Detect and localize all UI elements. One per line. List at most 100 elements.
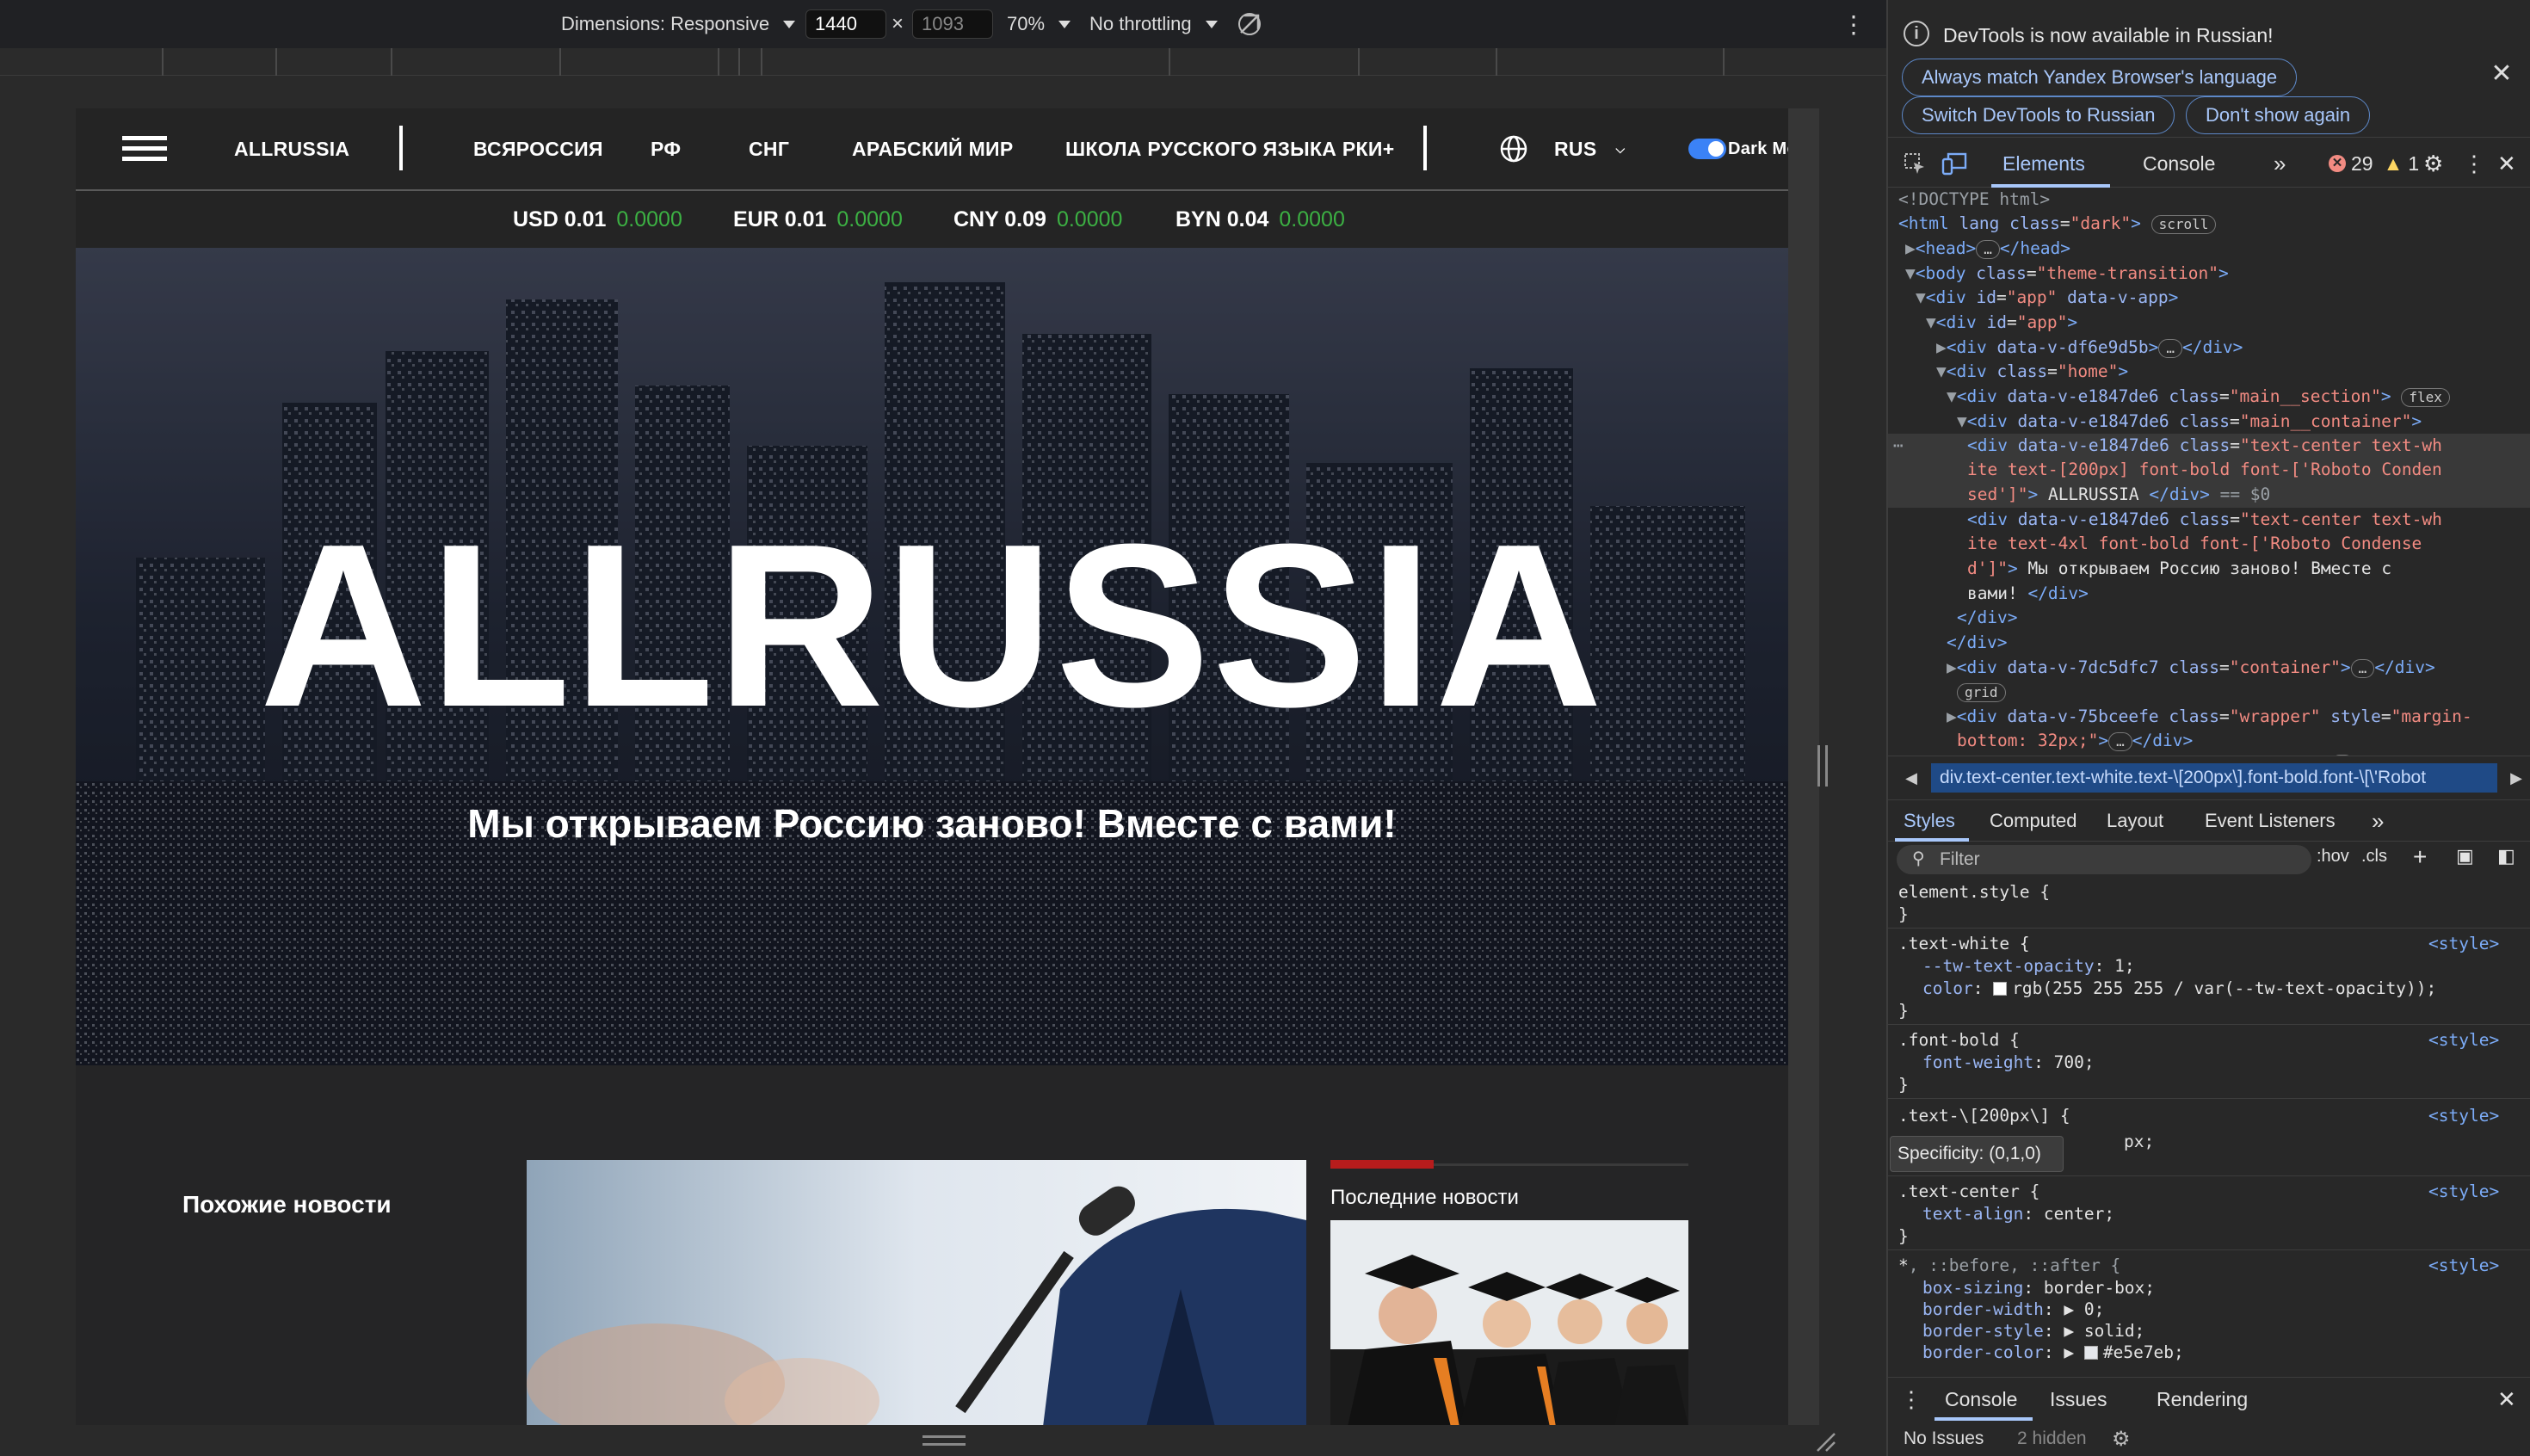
- inspect-element-icon[interactable]: [1900, 139, 1929, 188]
- resize-corner-icon[interactable]: [1814, 1430, 1836, 1453]
- nav-link-russian-school[interactable]: ШКОЛА РУССКОГО ЯЗЫКА РКИ+: [1065, 108, 1394, 189]
- decl-tw-opacity[interactable]: --tw-text-opacity: 1;: [1922, 955, 2135, 978]
- devtools-menu-icon[interactable]: ⋮: [2463, 139, 2485, 188]
- chevron-down-icon: [1205, 20, 1218, 28]
- close-devtools-icon[interactable]: ✕: [2497, 139, 2516, 188]
- brand-link[interactable]: ALLRUSSIA: [234, 108, 349, 189]
- tab-event-listeners[interactable]: Event Listeners: [2205, 800, 2336, 842]
- tab-computed[interactable]: Computed: [1990, 800, 2077, 842]
- dom-node-wrapper-l2: bottom: 32px;">… </div>: [1957, 731, 2194, 751]
- dom-node-container[interactable]: ▶<div data-v-7dc5dfc7 class="container">…: [1947, 656, 2435, 681]
- selector-star: *: [1898, 1255, 1909, 1275]
- dom-node-div-collapsed[interactable]: ▶<div data-v-df6e9d5b>… </div>: [1936, 336, 2243, 361]
- prop-name: text-align: [1922, 1204, 2024, 1224]
- paint-brush-icon[interactable]: ▣: [2456, 845, 2474, 867]
- rule-source[interactable]: <style>: [2428, 1255, 2499, 1277]
- nav-link-arab-world[interactable]: АРАБСКИЙ МИР: [852, 108, 1014, 189]
- error-count[interactable]: ✕ 29 ▲ 1: [2329, 139, 2419, 188]
- toggle-sidebar-icon[interactable]: ◧: [2497, 845, 2515, 867]
- dom-node-main-section[interactable]: ▼<div data-v-e1847de6 class="main__secti…: [1947, 385, 2450, 410]
- page-scrollbar[interactable]: [1788, 108, 1819, 1425]
- device-viewport-area: Dimensions: Responsive 1440 × 1093 70% N…: [0, 0, 1886, 1456]
- dom-node-html[interactable]: <html lang class="dark"> scroll: [1898, 212, 2217, 237]
- tab-elements[interactable]: Elements: [2002, 139, 2085, 188]
- chevron-down-icon: [783, 20, 796, 28]
- rule-source[interactable]: <style>: [2428, 1105, 2499, 1127]
- drawer-tab-console[interactable]: Console: [1945, 1378, 2017, 1421]
- rotate-icon[interactable]: [1236, 0, 1263, 48]
- hov-toggle[interactable]: :hov: [2317, 847, 2349, 867]
- zoom-dropdown[interactable]: 70%: [1007, 0, 1071, 48]
- chevron-left-icon[interactable]: ◀: [1898, 763, 1924, 793]
- decl-text-align[interactable]: text-align: center;: [1922, 1203, 2114, 1225]
- dont-show-again-button[interactable]: Don't show again: [2186, 96, 2371, 134]
- tab-layout[interactable]: Layout: [2107, 800, 2163, 842]
- nav-link-vsyarossiya[interactable]: ВСЯРОССИЯ: [473, 108, 603, 189]
- currency-byn: BYN 0.04 0.0000: [1176, 191, 1345, 248]
- dom-node-div-app[interactable]: ▼<div id="app" data-v-app>: [1916, 286, 2178, 311]
- dom-node-subtitle-l1[interactable]: <div data-v-e1847de6 class="text-center …: [1967, 508, 2442, 533]
- issues-settings-gear-icon[interactable]: ⚙: [2112, 1422, 2131, 1455]
- prop-name: border-style: [1922, 1321, 2044, 1341]
- language-select[interactable]: RUS ⌵: [1554, 108, 1625, 189]
- dom-node-subtitle-l3: d']"> Мы открываем Россию заново! Вместе…: [1967, 558, 2392, 578]
- dom-node-body[interactable]: ▼<body class="theme-transition">: [1905, 262, 2229, 287]
- styles-pane-tabs: Styles Computed Layout Event Listeners »: [1888, 800, 2530, 842]
- decl-box-sizing[interactable]: box-sizing: border-box;: [1922, 1277, 2155, 1299]
- resize-handle-right[interactable]: [1817, 745, 1828, 787]
- dom-node-selected-l3: sed']"> ALLRUSSIA </div> == $0: [1967, 484, 2271, 504]
- switch-language-button[interactable]: Switch DevTools to Russian: [1902, 96, 2175, 134]
- drawer-menu-icon[interactable]: ⋮: [1900, 1378, 1922, 1421]
- settings-gear-icon[interactable]: ⚙: [2423, 139, 2443, 188]
- decl-border-color[interactable]: border-color: ▶ #e5e7eb;: [1922, 1342, 2184, 1364]
- grid-badge[interactable]: grid: [1957, 682, 2006, 702]
- language-label: RUS: [1554, 137, 1597, 160]
- globe-icon[interactable]: [1499, 108, 1528, 189]
- nav-link-rf[interactable]: РФ: [651, 108, 681, 189]
- match-language-button[interactable]: Always match Yandex Browser's language: [1902, 59, 2298, 96]
- dom-node-div-home[interactable]: ▼<div class="home">: [1936, 360, 2128, 385]
- cls-toggle[interactable]: .cls: [2361, 847, 2387, 867]
- resize-handle-bottom[interactable]: [76, 1425, 1819, 1456]
- dom-node-wrapper[interactable]: ▶<div data-v-75bceefe class="wrapper" st…: [1947, 705, 2472, 730]
- rule-source[interactable]: <style>: [2428, 1029, 2499, 1052]
- hidden-issues-label[interactable]: 2 hidden: [2017, 1422, 2087, 1455]
- drawer-tab-rendering[interactable]: Rendering: [2157, 1378, 2248, 1421]
- decl-font-weight[interactable]: font-weight: 700;: [1922, 1052, 2095, 1074]
- dom-node-main-container[interactable]: ▼<div data-v-e1847de6 class="main__conta…: [1957, 410, 2422, 435]
- flex-badge[interactable]: flex: [2401, 387, 2450, 407]
- hamburger-menu-icon[interactable]: [122, 108, 167, 189]
- nav-link-sng[interactable]: СНГ: [749, 108, 789, 189]
- scroll-badge[interactable]: scroll: [2150, 214, 2217, 234]
- breadcrumb-selected[interactable]: div.text-center.text-white.text-\[200px\…: [1931, 763, 2497, 793]
- rule-source[interactable]: <style>: [2428, 933, 2499, 955]
- color-swatch[interactable]: [1993, 982, 2008, 996]
- rule-source[interactable]: <style>: [2428, 1181, 2499, 1203]
- height-input[interactable]: 1093: [912, 0, 993, 48]
- color-swatch[interactable]: [2083, 1346, 2098, 1360]
- dimensions-dropdown[interactable]: Dimensions: Responsive: [561, 0, 796, 48]
- add-rule-icon[interactable]: +: [2413, 843, 2427, 871]
- dom-node-div-app-inner[interactable]: ▼<div id="app">: [1926, 311, 2077, 336]
- throttling-dropdown[interactable]: No throttling: [1089, 0, 1218, 48]
- decl-border-style[interactable]: border-style: ▶ solid;: [1922, 1320, 2144, 1342]
- drawer-tab-issues[interactable]: Issues: [2050, 1378, 2107, 1421]
- news-image-graduates[interactable]: [1330, 1220, 1688, 1425]
- decl-font-size-tail: px;: [2124, 1132, 2155, 1151]
- decl-border-width[interactable]: border-width: ▶ 0;: [1922, 1299, 2104, 1321]
- tab-console[interactable]: Console: [2143, 139, 2215, 188]
- chevron-right-icon[interactable]: ▶: [2504, 763, 2528, 793]
- dom-close-div: </div>: [1957, 608, 2018, 627]
- close-icon[interactable]: ✕: [2487, 59, 2516, 88]
- decl-color[interactable]: color: rgb(255 255 255 / var(--tw-text-o…: [1922, 978, 2436, 1000]
- more-panes-icon[interactable]: »: [2372, 800, 2384, 842]
- more-tabs-icon[interactable]: »: [2274, 139, 2286, 188]
- tab-styles[interactable]: Styles: [1904, 800, 1955, 842]
- news-image-speaker[interactable]: [527, 1160, 1306, 1425]
- close-drawer-icon[interactable]: ✕: [2497, 1378, 2516, 1421]
- styles-filter-input[interactable]: ⚲ Filter: [1897, 845, 2311, 874]
- width-input[interactable]: 1440: [805, 0, 886, 48]
- dom-node-head[interactable]: ▶<head>… </head>: [1905, 237, 2070, 262]
- device-toggle-icon[interactable]: [1940, 139, 1969, 188]
- more-options-icon[interactable]: ⋮: [1842, 0, 1866, 48]
